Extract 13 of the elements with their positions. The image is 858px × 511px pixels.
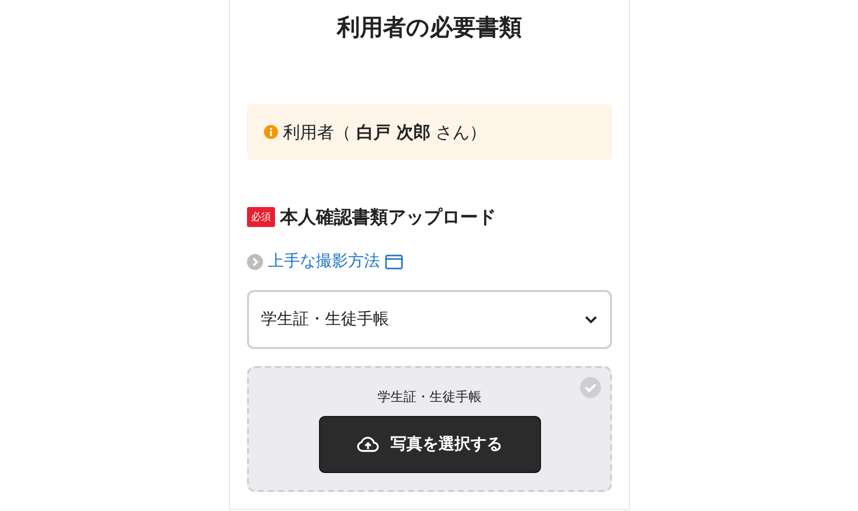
section-heading: 本人確認書類アップロード	[280, 206, 496, 229]
notice-text: 利用者（ 白戸 次郎 さん）	[283, 122, 487, 144]
page-title: 利用者の必要書類	[335, 14, 523, 43]
info-icon	[264, 125, 278, 139]
required-badge: 必須	[247, 207, 275, 227]
cloud-upload-icon	[356, 436, 378, 453]
chevron-right-icon	[247, 254, 263, 270]
document-label: 学生証・生徒手帳	[378, 389, 482, 406]
window-icon	[385, 254, 403, 270]
chevron-down-icon	[584, 314, 598, 324]
document-select[interactable]: 学生証・生徒手帳	[247, 290, 612, 349]
select-photo-button[interactable]: 写真を選択する	[318, 416, 540, 473]
help-link[interactable]: 上手な撮影方法	[268, 251, 380, 272]
